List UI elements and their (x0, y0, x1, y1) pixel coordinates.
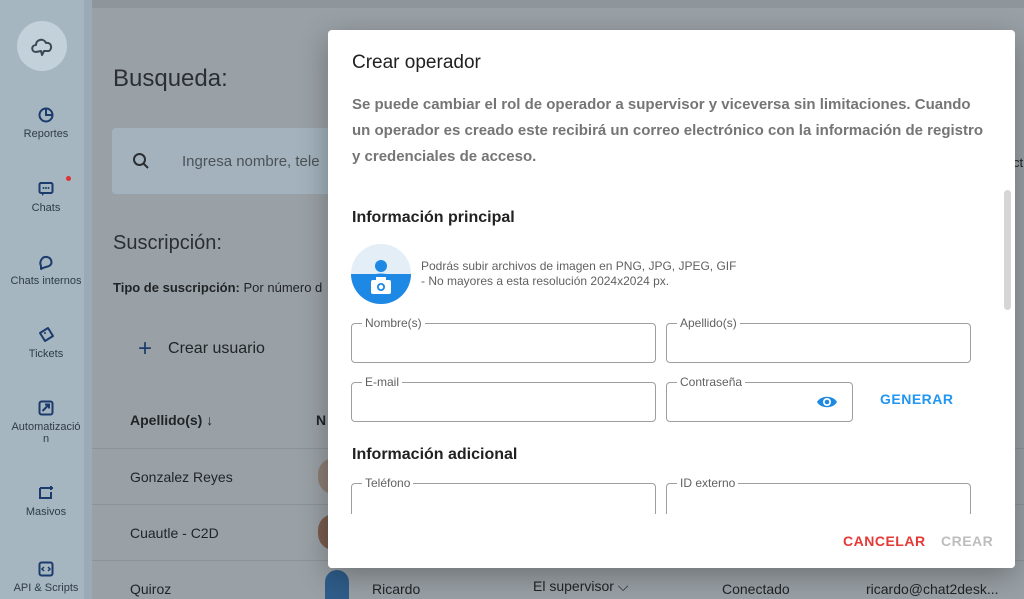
section-title-main: Información principal (352, 209, 515, 226)
field-label: ID externo (677, 476, 739, 490)
first-name-input[interactable] (360, 332, 647, 356)
status-text: Conectado (722, 581, 790, 597)
upload-hint-line: - No mayores a esta resolución 2024x2024… (421, 274, 670, 288)
role-dropdown[interactable]: El supervisor ⌵ (533, 578, 628, 595)
sidebar-item-reportes[interactable]: Reportes (0, 106, 92, 140)
field-label: Teléfono (362, 476, 414, 490)
create-user-button[interactable]: + Crear usuario (138, 335, 265, 362)
sidebar-item-label: Tickets (28, 348, 64, 360)
sidebar-item-label: Automatizació n (11, 421, 81, 445)
cloud-logo-icon (31, 38, 53, 56)
plus-icon: + (138, 335, 153, 362)
column-header-name[interactable]: N (316, 412, 326, 428)
last-name-input[interactable] (675, 332, 962, 356)
password-field[interactable]: Contraseña (666, 375, 853, 422)
subscription-title: Suscripción: (113, 232, 222, 254)
automation-icon (38, 400, 54, 416)
sidebar-item-tickets[interactable]: Tickets (0, 326, 92, 360)
last-name-field[interactable]: Apellido(s) (666, 316, 971, 363)
sidebar-item-label: Reportes (23, 128, 69, 140)
cell-lastname: Quiroz (130, 581, 172, 597)
app-logo[interactable] (17, 21, 67, 71)
create-operator-dialog: Crear operador Se puede cambiar el rol d… (328, 30, 1015, 568)
broadcast-icon (39, 486, 53, 499)
create-user-label: Crear usuario (168, 340, 265, 357)
upload-hint: Podrás subir archivos de imagen en PNG, … (421, 259, 736, 289)
ticket-icon (39, 327, 54, 342)
dialog-title: Crear operador (352, 52, 481, 73)
upload-hint-line: Podrás subir archivos de imagen en PNG, … (421, 259, 737, 273)
cancel-button[interactable]: CANCELAR (843, 533, 926, 549)
phone-input[interactable] (360, 492, 647, 516)
internal-chat-icon (39, 255, 53, 270)
email-field[interactable]: E-mail (351, 375, 656, 422)
sidebar-item-label: Masivos (25, 506, 67, 518)
sidebar-item-automatizacion[interactable]: Automatizació n (0, 399, 92, 445)
sidebar: Reportes Chats Chats internos Tickets Au… (0, 0, 92, 599)
cell-name: Ricardo (372, 581, 421, 597)
sidebar-item-label: Chats (31, 202, 61, 214)
subscription-type-label: Tipo de suscripción: (113, 280, 240, 295)
field-label: E-mail (362, 375, 403, 389)
subscription-type-value: Por número d (243, 280, 323, 295)
avatar-upload[interactable] (351, 244, 411, 304)
field-label: Apellido(s) (677, 316, 740, 330)
avatar (325, 570, 349, 599)
sidebar-item-label: Chats internos (10, 275, 82, 287)
field-label: Nombre(s) (362, 316, 425, 330)
sidebar-item-chats[interactable]: Chats (0, 180, 92, 214)
sidebar-item-label: API & Scripts (13, 582, 79, 594)
search-icon (133, 153, 149, 169)
eye-icon[interactable] (816, 393, 838, 411)
field-label: Contraseña (677, 375, 746, 389)
notification-dot (66, 176, 71, 181)
sidebar-item-api-scripts[interactable]: API & Scripts (0, 560, 92, 594)
code-icon (38, 561, 54, 577)
dialog-footer: CANCELAR CREAR (328, 514, 1015, 568)
chat-bubble-icon (38, 182, 54, 196)
cell-email: ricardo@chat2desk... (866, 581, 999, 597)
camera-icon (371, 277, 391, 294)
section-title-additional: Información adicional (352, 446, 518, 463)
cell-lastname: Cuautle - C2D (130, 525, 219, 541)
sidebar-item-masivos[interactable]: Masivos (0, 484, 92, 518)
scrollbar[interactable] (1004, 190, 1011, 310)
email-input[interactable] (360, 391, 647, 415)
page-title: Busqueda: (113, 65, 228, 92)
column-header-lastname[interactable]: Apellido(s) ↓ (130, 412, 213, 428)
top-strip (92, 0, 1024, 8)
external-id-input[interactable] (675, 492, 962, 516)
search-input[interactable]: Ingresa nombre, tele (182, 153, 327, 170)
subscription-type: Tipo de suscripción: Por número d (113, 280, 328, 295)
cell-lastname: Gonzalez Reyes (130, 469, 233, 485)
create-button[interactable]: CREAR (941, 533, 993, 549)
password-input[interactable] (675, 391, 805, 415)
first-name-field[interactable]: Nombre(s) (351, 316, 656, 363)
dialog-description: Se puede cambiar el rol de operador a su… (352, 96, 984, 165)
pie-chart-icon (38, 107, 54, 123)
generate-password-button[interactable]: GENERAR (880, 391, 954, 407)
sidebar-item-chats-internos[interactable]: Chats internos (0, 253, 92, 287)
